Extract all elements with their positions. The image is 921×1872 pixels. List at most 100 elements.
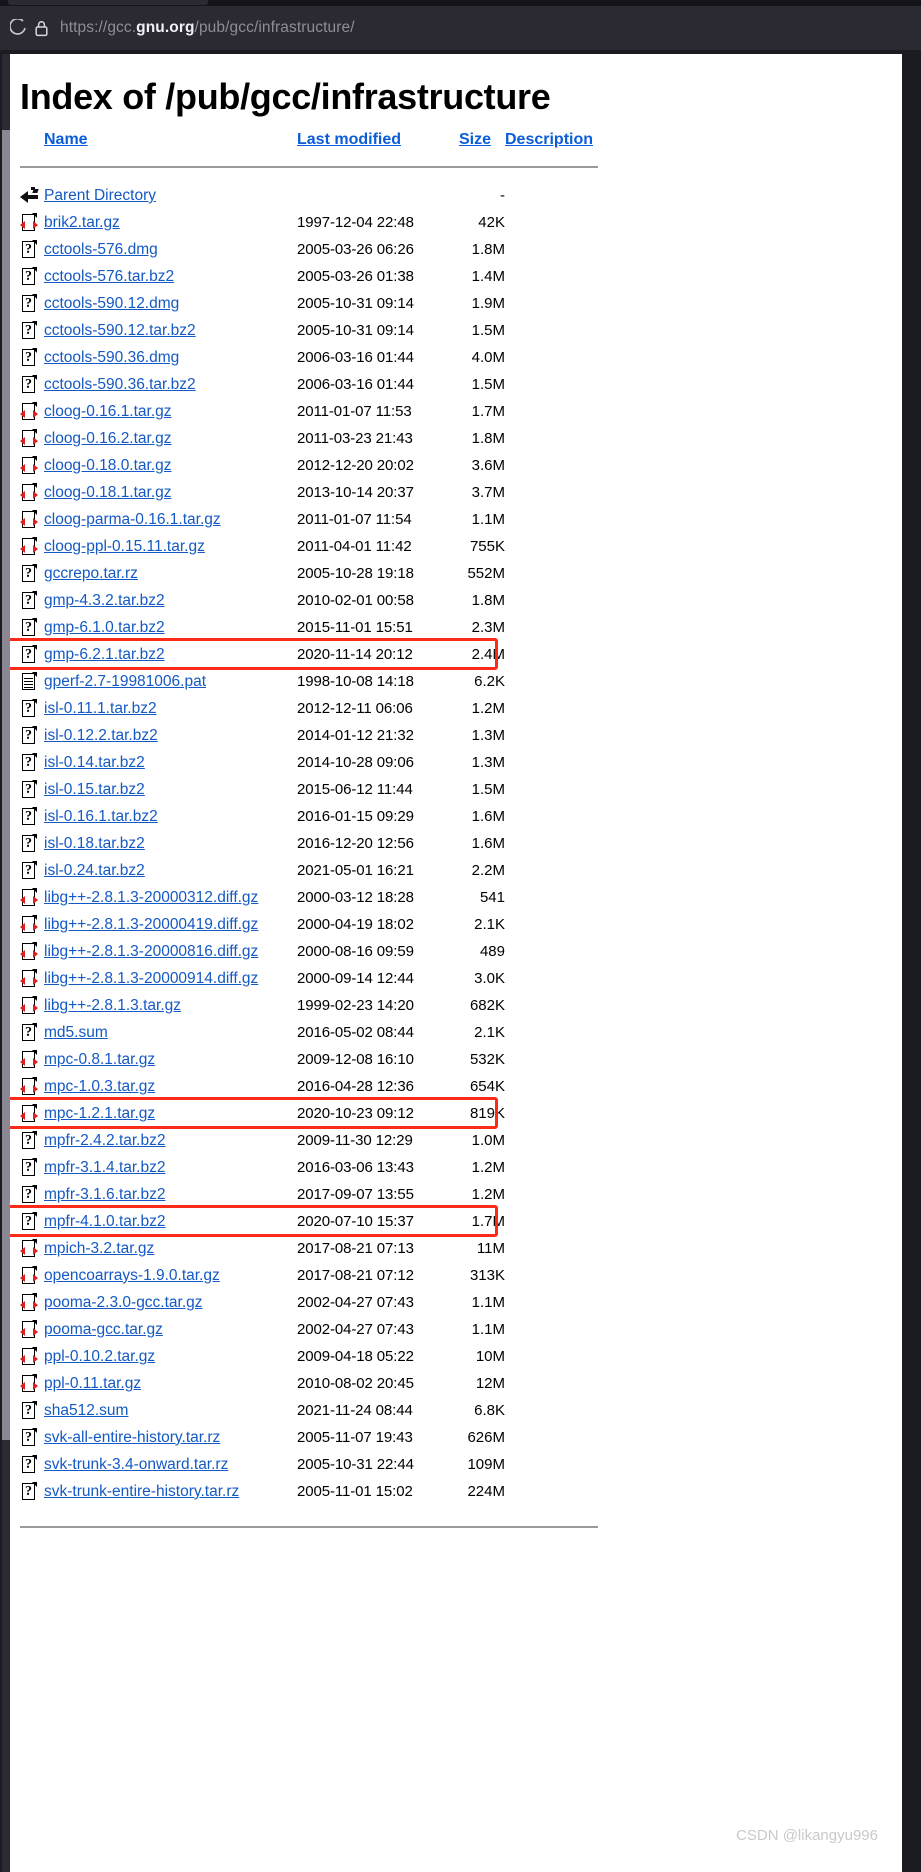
row-name-cell[interactable]: cctools-576.dmg — [44, 236, 297, 263]
file-link[interactable]: mpfr-4.1.0.tar.bz2 — [44, 1213, 165, 1230]
file-link[interactable]: cctools-590.36.dmg — [44, 349, 179, 366]
row-name-cell[interactable]: mpfr-2.4.2.tar.bz2 — [44, 1127, 297, 1154]
row-name-cell[interactable]: ppl-0.11.tar.gz — [44, 1370, 297, 1397]
row-name-cell[interactable]: cloog-parma-0.16.1.tar.gz — [44, 506, 297, 533]
row-name-cell[interactable]: libg++-2.8.1.3-20000312.diff.gz — [44, 884, 297, 911]
file-link[interactable]: isl-0.18.tar.bz2 — [44, 835, 145, 852]
row-name-cell[interactable]: svk-trunk-entire-history.tar.rz — [44, 1478, 297, 1505]
row-name-cell[interactable]: isl-0.15.tar.bz2 — [44, 776, 297, 803]
lock-icon[interactable] — [28, 20, 54, 37]
file-link[interactable]: cloog-0.18.1.tar.gz — [44, 484, 172, 501]
row-name-cell[interactable]: gccrepo.tar.rz — [44, 560, 297, 587]
file-link[interactable]: cloog-0.16.2.tar.gz — [44, 430, 172, 447]
file-link[interactable]: libg++-2.8.1.3-20000816.diff.gz — [44, 943, 258, 960]
file-link[interactable]: Parent Directory — [44, 187, 156, 204]
row-name-cell[interactable]: mpc-0.8.1.tar.gz — [44, 1046, 297, 1073]
file-link[interactable]: gmp-4.3.2.tar.bz2 — [44, 592, 165, 609]
file-link[interactable]: isl-0.12.2.tar.bz2 — [44, 727, 158, 744]
file-link[interactable]: gmp-6.2.1.tar.bz2 — [44, 646, 165, 663]
row-name-cell[interactable]: md5.sum — [44, 1019, 297, 1046]
file-link[interactable]: cloog-ppl-0.15.11.tar.gz — [44, 538, 205, 555]
file-link[interactable]: cloog-0.16.1.tar.gz — [44, 403, 172, 420]
row-name-cell[interactable]: gmp-4.3.2.tar.bz2 — [44, 587, 297, 614]
row-name-cell[interactable]: isl-0.11.1.tar.bz2 — [44, 695, 297, 722]
row-name-cell[interactable]: svk-all-entire-history.tar.rz — [44, 1424, 297, 1451]
row-name-cell[interactable]: isl-0.24.tar.bz2 — [44, 857, 297, 884]
row-name-cell[interactable]: mpc-1.0.3.tar.gz — [44, 1073, 297, 1100]
header-size[interactable]: Size — [459, 131, 505, 155]
file-link[interactable]: cctools-590.12.dmg — [44, 295, 179, 312]
row-name-cell[interactable]: isl-0.18.tar.bz2 — [44, 830, 297, 857]
file-link[interactable]: svk-trunk-entire-history.tar.rz — [44, 1483, 239, 1500]
file-link[interactable]: mpc-1.2.1.tar.gz — [44, 1105, 155, 1122]
file-link[interactable]: pooma-gcc.tar.gz — [44, 1321, 163, 1338]
row-name-cell[interactable]: cctools-590.36.dmg — [44, 344, 297, 371]
file-link[interactable]: libg++-2.8.1.3-20000914.diff.gz — [44, 970, 258, 987]
row-name-cell[interactable]: cloog-0.16.1.tar.gz — [44, 398, 297, 425]
file-link[interactable]: libg++-2.8.1.3.tar.gz — [44, 997, 181, 1014]
file-link[interactable]: mpfr-3.1.4.tar.bz2 — [44, 1159, 165, 1176]
row-name-cell[interactable]: cctools-590.36.tar.bz2 — [44, 371, 297, 398]
vertical-scrollbar-thumb[interactable] — [2, 130, 10, 1440]
file-link[interactable]: md5.sum — [44, 1024, 108, 1041]
file-link[interactable]: ppl-0.11.tar.gz — [44, 1375, 141, 1392]
row-name-cell[interactable]: cctools-590.12.tar.bz2 — [44, 317, 297, 344]
header-description[interactable]: Description — [505, 131, 625, 155]
file-link[interactable]: sha512.sum — [44, 1402, 128, 1419]
row-name-cell[interactable]: pooma-2.3.0-gcc.tar.gz — [44, 1289, 297, 1316]
row-name-cell[interactable]: libg++-2.8.1.3-20000914.diff.gz — [44, 965, 297, 992]
file-link[interactable]: libg++-2.8.1.3-20000312.diff.gz — [44, 889, 258, 906]
sort-by-size-link[interactable]: Size — [459, 131, 491, 148]
file-link[interactable]: isl-0.14.tar.bz2 — [44, 754, 145, 771]
back-arrow-icon[interactable] — [0, 19, 26, 37]
sort-by-name-link[interactable]: Name — [44, 131, 88, 148]
file-link[interactable]: brik2.tar.gz — [44, 214, 120, 231]
sort-by-description-link[interactable]: Description — [505, 131, 593, 148]
url-text[interactable]: https://gcc.gnu.org/pub/gcc/infrastructu… — [54, 19, 355, 37]
row-name-cell[interactable]: libg++-2.8.1.3.tar.gz — [44, 992, 297, 1019]
row-name-cell[interactable]: cctools-590.12.dmg — [44, 290, 297, 317]
file-link[interactable]: libg++-2.8.1.3-20000419.diff.gz — [44, 916, 258, 933]
row-name-cell[interactable]: mpfr-3.1.6.tar.bz2 — [44, 1181, 297, 1208]
row-name-cell[interactable]: libg++-2.8.1.3-20000816.diff.gz — [44, 938, 297, 965]
row-name-cell[interactable]: cctools-576.tar.bz2 — [44, 263, 297, 290]
row-name-cell[interactable]: svk-trunk-3.4-onward.tar.rz — [44, 1451, 297, 1478]
row-name-cell[interactable]: Parent Directory — [44, 182, 297, 209]
file-link[interactable]: mpc-1.0.3.tar.gz — [44, 1078, 155, 1095]
file-link[interactable]: mpich-3.2.tar.gz — [44, 1240, 154, 1257]
file-link[interactable]: cloog-0.18.0.tar.gz — [44, 457, 172, 474]
file-link[interactable]: gccrepo.tar.rz — [44, 565, 138, 582]
sort-by-date-link[interactable]: Last modified — [297, 131, 401, 148]
row-name-cell[interactable]: gperf-2.7-19981006.pat — [44, 668, 297, 695]
file-link[interactable]: mpfr-3.1.6.tar.bz2 — [44, 1186, 165, 1203]
file-link[interactable]: svk-all-entire-history.tar.rz — [44, 1429, 220, 1446]
file-link[interactable]: svk-trunk-3.4-onward.tar.rz — [44, 1456, 228, 1473]
file-link[interactable]: mpfr-2.4.2.tar.bz2 — [44, 1132, 165, 1149]
row-name-cell[interactable]: pooma-gcc.tar.gz — [44, 1316, 297, 1343]
row-name-cell[interactable]: opencoarrays-1.9.0.tar.gz — [44, 1262, 297, 1289]
row-name-cell[interactable]: mpfr-4.1.0.tar.bz2 — [44, 1208, 297, 1235]
row-name-cell[interactable]: gmp-6.2.1.tar.bz2 — [44, 641, 297, 668]
file-link[interactable]: isl-0.16.1.tar.bz2 — [44, 808, 158, 825]
row-name-cell[interactable]: cloog-0.16.2.tar.gz — [44, 425, 297, 452]
file-link[interactable]: pooma-2.3.0-gcc.tar.gz — [44, 1294, 203, 1311]
header-name[interactable]: Name — [44, 131, 297, 155]
file-link[interactable]: cctools-590.36.tar.bz2 — [44, 376, 196, 393]
row-name-cell[interactable]: sha512.sum — [44, 1397, 297, 1424]
file-link[interactable]: cctools-576.tar.bz2 — [44, 268, 174, 285]
header-last-modified[interactable]: Last modified — [297, 131, 459, 155]
row-name-cell[interactable]: cloog-0.18.0.tar.gz — [44, 452, 297, 479]
row-name-cell[interactable]: mpc-1.2.1.tar.gz — [44, 1100, 297, 1127]
row-name-cell[interactable]: isl-0.14.tar.bz2 — [44, 749, 297, 776]
file-link[interactable]: gmp-6.1.0.tar.bz2 — [44, 619, 165, 636]
row-name-cell[interactable]: mpich-3.2.tar.gz — [44, 1235, 297, 1262]
file-link[interactable]: ppl-0.10.2.tar.gz — [44, 1348, 155, 1365]
row-name-cell[interactable]: libg++-2.8.1.3-20000419.diff.gz — [44, 911, 297, 938]
row-name-cell[interactable]: brik2.tar.gz — [44, 209, 297, 236]
file-link[interactable]: isl-0.24.tar.bz2 — [44, 862, 145, 879]
file-link[interactable]: gperf-2.7-19981006.pat — [44, 673, 206, 690]
row-name-cell[interactable]: mpfr-3.1.4.tar.bz2 — [44, 1154, 297, 1181]
row-name-cell[interactable]: cloog-ppl-0.15.11.tar.gz — [44, 533, 297, 560]
file-link[interactable]: mpc-0.8.1.tar.gz — [44, 1051, 155, 1068]
browser-tab[interactable] — [8, 0, 208, 5]
